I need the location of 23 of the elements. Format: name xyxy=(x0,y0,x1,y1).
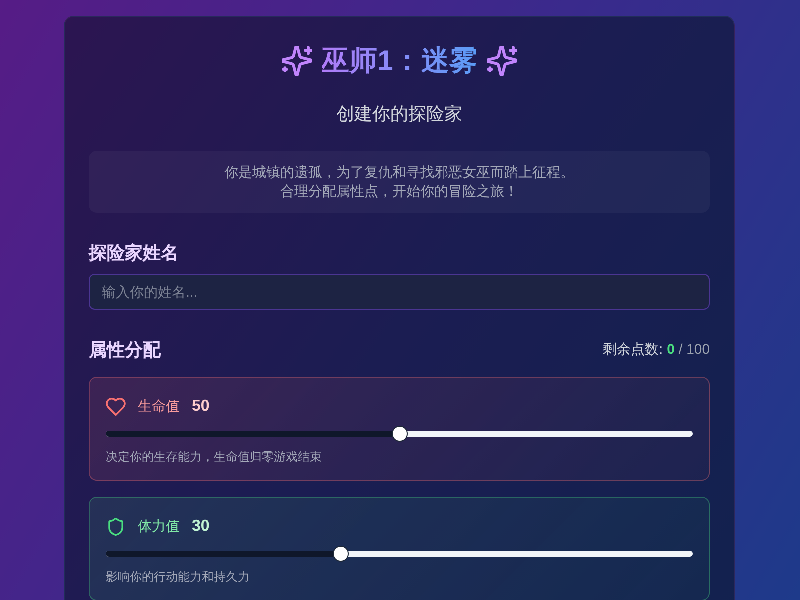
attribute-slider[interactable] xyxy=(106,426,693,442)
attribute-value: 50 xyxy=(192,398,210,416)
attribute-description: 影响你的行动能力和持久力 xyxy=(106,569,251,586)
attribute-slider[interactable] xyxy=(106,546,693,562)
attributes-heading: 属性分配 xyxy=(89,339,161,362)
attribute-name: 生命值 xyxy=(138,398,180,416)
sparkles-icon xyxy=(282,46,312,76)
subtitle: 创建你的探险家 xyxy=(336,103,464,126)
slider-thumb[interactable] xyxy=(392,426,408,442)
name-label: 探险家姓名 xyxy=(89,242,180,265)
remaining-points-value: 0 xyxy=(667,341,675,357)
remaining-points-label: 剩余点数: xyxy=(603,341,664,359)
intro-text: 你是城镇的遗孤，为了复仇和寻找邪恶女巫而踏上征程。 xyxy=(224,163,576,182)
attribute-value: 30 xyxy=(192,518,210,536)
sparkles-icon xyxy=(487,46,518,76)
intro-text: 合理分配属性点，开始你的冒险之旅！ xyxy=(280,182,520,201)
attribute-description: 决定你的生存能力，生命值归零游戏结束 xyxy=(106,449,323,466)
slider-thumb[interactable] xyxy=(332,546,349,562)
total-points: / 100 xyxy=(678,341,710,357)
shield-icon xyxy=(106,518,126,536)
heart-icon xyxy=(106,398,126,416)
name-input-field[interactable]: 输入你的姓名... xyxy=(89,274,710,310)
attribute-name: 体力值 xyxy=(138,518,180,536)
